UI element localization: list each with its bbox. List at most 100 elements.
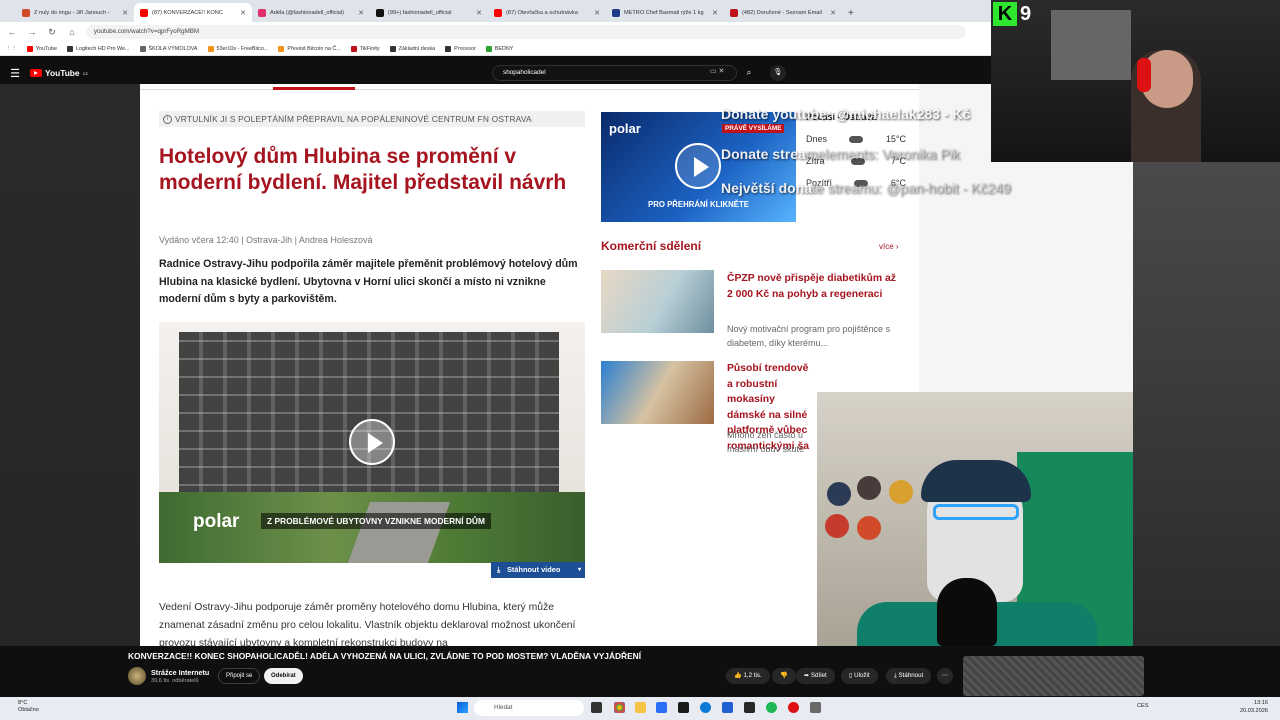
news-image[interactable]	[601, 361, 714, 424]
like-button[interactable]: 👍 1,2 tis.	[726, 668, 770, 684]
download-video-label: Stáhnout video	[507, 565, 561, 574]
browser-tab[interactable]: (87) Otevřačka a ochutnávka ✕	[488, 3, 606, 22]
app-icon[interactable]	[744, 702, 755, 713]
spotify-icon[interactable]	[766, 702, 777, 713]
close-tab-icon[interactable]: ✕	[240, 9, 246, 17]
weather-temp: 8°C	[18, 700, 28, 706]
share-button[interactable]: ➦ Sdílet	[796, 668, 835, 684]
news-title[interactable]: ČPZP nově přispěje diabetikům až 2 000 K…	[727, 271, 902, 302]
shield-icon[interactable]	[722, 702, 733, 713]
close-tab-icon[interactable]: ✕	[122, 9, 128, 17]
next-video-thumbnail[interactable]	[963, 656, 1144, 696]
article-byline: Vydáno včera 12:40 | Ostrava-Jih | Andre…	[159, 235, 373, 245]
bookmark-label: Převést Bitcoin na Č...	[287, 45, 341, 52]
tab-label: METRO Chef Basmati rýže 1 kg	[624, 9, 704, 16]
webcam-window-image	[1051, 10, 1131, 80]
new-tab-button[interactable]: +	[842, 8, 860, 22]
bookmark-item[interactable]: ŠKOLA VÝMOLOVA	[139, 45, 198, 52]
headphones-image	[1137, 58, 1151, 92]
taskbar-clock[interactable]: 13:16 20.03.2026	[1240, 699, 1268, 715]
taskbar-search-input[interactable]: Hledat	[474, 700, 584, 716]
join-button[interactable]: Připojit se	[218, 668, 261, 684]
close-tab-icon[interactable]: ✕	[476, 9, 482, 17]
menu-hamburger-icon[interactable]: ☰	[0, 67, 30, 80]
weather-desc: Oblačno	[18, 707, 39, 713]
close-tab-icon[interactable]: ✕	[830, 9, 836, 17]
bookmark-favicon-icon	[26, 45, 33, 52]
wall-plate-image	[857, 516, 881, 540]
store-icon[interactable]	[656, 702, 667, 713]
clear-search-icon[interactable]: ▭ ✕	[710, 67, 724, 75]
chevron-down-icon[interactable]: ▾	[578, 562, 581, 578]
bookmark-item[interactable]: 53er10s - FreeBitco...	[207, 45, 268, 52]
tab-label: Z nuly do ringu - Jiří Janouch -	[34, 9, 110, 16]
channel-name[interactable]: Strážce Internetu	[151, 668, 209, 677]
home-icon[interactable]: ⌂	[66, 27, 78, 37]
browser-tab[interactable]: Adéla (@fashionadell_official) ✕	[252, 3, 370, 22]
file-explorer-icon[interactable]	[635, 702, 646, 713]
bookmark-item[interactable]: Procesor	[445, 45, 476, 52]
dislike-button[interactable]: 👎	[772, 668, 796, 684]
channel-avatar[interactable]	[128, 667, 146, 685]
news-image[interactable]	[601, 270, 714, 333]
youtube-logo[interactable]: YouTube CZ	[30, 68, 88, 78]
back-arrow-icon[interactable]: ←	[6, 27, 18, 37]
reload-icon[interactable]: ↻	[46, 27, 58, 38]
play-icon[interactable]	[349, 419, 395, 465]
polar-ad-banner[interactable]: polar PRÁVĚ VYSÍLÁME PRO PŘEHRÁNÍ KLIKNĚ…	[601, 112, 796, 222]
bookmark-item[interactable]: BEDNY	[485, 45, 513, 52]
download-button[interactable]: ⤓ Stáhnout	[886, 668, 932, 684]
app-icon[interactable]	[810, 702, 821, 713]
donate-line: Největší donate streamu: @pan-hobit - Kč…	[721, 180, 1011, 196]
more-link[interactable]: více ›	[879, 242, 899, 251]
commercial-section-title: Komerční sdělení	[601, 239, 702, 253]
bookmark-item[interactable]: YouTube	[26, 45, 57, 52]
download-label: Stáhnout	[898, 672, 924, 679]
task-view-icon[interactable]	[591, 702, 602, 713]
microphone-icon[interactable]: 🎙	[770, 65, 786, 81]
bookmark-item[interactable]: Základní deska	[389, 45, 435, 52]
video-title: KONVERZACE!! KONEC SHOPAHOLICADĚL! ADÉLA…	[128, 651, 642, 661]
ad-play-icon[interactable]	[675, 143, 721, 189]
browser-tab[interactable]: Z nuly do ringu - Jiří Janouch - ✕	[16, 3, 134, 22]
article-body: Vedení Ostravy-Jihu podporuje záměr prom…	[159, 602, 576, 646]
edge-icon[interactable]	[700, 702, 711, 713]
cloud-icon	[849, 135, 864, 143]
close-tab-icon[interactable]: ✕	[358, 9, 364, 17]
wall-plate-image	[889, 480, 913, 504]
apps-grid-icon[interactable]: ⋮⋮	[6, 46, 17, 52]
browser-tab[interactable]: (99+) fashionadell_official ✕	[370, 3, 488, 22]
polar-logo: polar	[193, 511, 240, 532]
bookmark-item[interactable]: Převést Bitcoin na Č...	[278, 45, 341, 52]
bookmark-item[interactable]: Logitech HD Pro We...	[66, 45, 130, 52]
browser-tab[interactable]: METRO Chef Basmati rýže 1 kg ✕	[606, 3, 724, 22]
chrome-icon[interactable]	[614, 702, 625, 713]
windows-start-icon[interactable]	[457, 702, 468, 713]
tab-favicon-icon	[494, 8, 502, 17]
youtube-play-logo-icon	[30, 69, 42, 77]
weather-day: Dnes	[806, 134, 828, 144]
polar-ad-logo: polar	[609, 121, 641, 136]
terminal-icon[interactable]	[678, 702, 689, 713]
wall-plate-image	[857, 476, 881, 500]
bookmark-label: Procesor	[454, 45, 476, 52]
download-video-button[interactable]: ⤓ Stáhnout video ▾	[491, 562, 585, 578]
tray-language[interactable]: CES	[1137, 703, 1149, 709]
donate-line: Donate streamelements: Veronika Pik	[721, 146, 960, 162]
bookmark-item[interactable]: TikFinity	[350, 45, 380, 52]
webcam-bottom	[817, 392, 1133, 646]
taskbar-weather[interactable]: 8°C Oblačno	[18, 700, 39, 714]
search-icon[interactable]: ⌕	[740, 65, 758, 81]
browser-tab[interactable]: (87) KONVERZACE!! KONC ✕	[134, 3, 252, 22]
youtube-search-input[interactable]: shopaholicadel	[492, 65, 737, 81]
forward-arrow-icon[interactable]: →	[26, 27, 38, 37]
browser-tab[interactable]: (482) Doručené - Seznam Email ✕	[724, 3, 842, 22]
logo-k: K	[993, 2, 1017, 26]
subscribe-button[interactable]: Odebírat	[264, 668, 303, 684]
record-icon[interactable]	[788, 702, 799, 713]
close-tab-icon[interactable]: ✕	[594, 9, 600, 17]
article-video-thumbnail[interactable]: polar Z PROBLÉMOVÉ UBYTOVNY VZNIKNE MODE…	[159, 322, 585, 563]
close-tab-icon[interactable]: ✕	[712, 9, 718, 17]
url-field[interactable]: youtube.com/watch?v=qprFyoRgMBM	[86, 25, 966, 39]
save-button[interactable]: ▯ Uložit	[841, 668, 878, 684]
